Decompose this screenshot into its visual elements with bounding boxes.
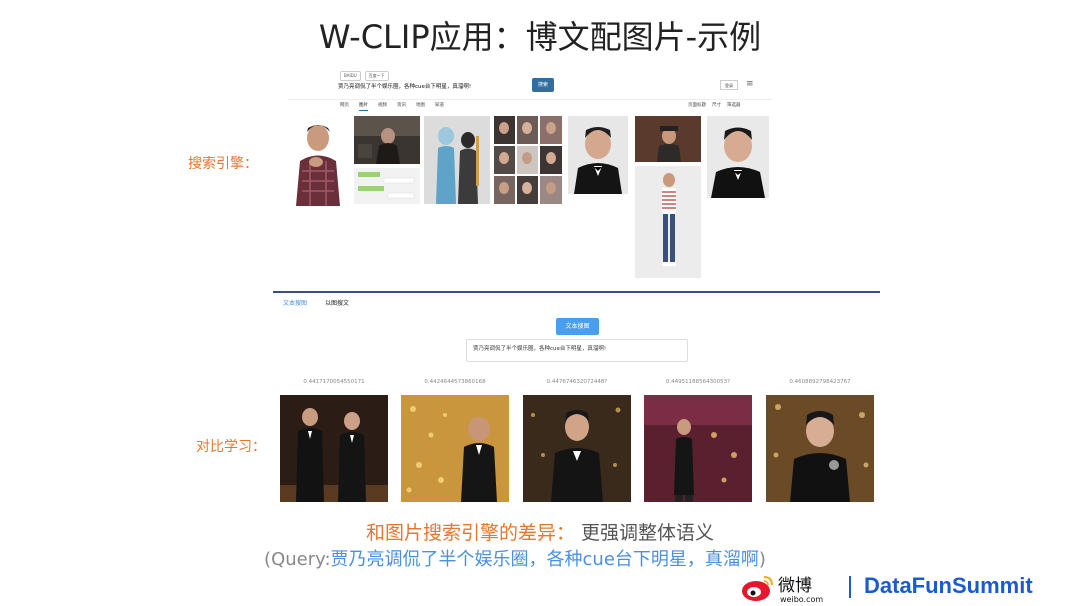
search-nav: 网页 图片 视频 资讯 地图 知道 (340, 102, 444, 111)
search-filters: 页面标题 尺寸 筛选器 (688, 102, 741, 108)
query-textarea[interactable]: 贾乃亮调侃了半个娱乐圈，各种cue台下明星，真溜啊! (466, 339, 688, 362)
nav-item[interactable]: 知道 (435, 102, 444, 111)
text-search-image-button[interactable]: 文本搜图 (556, 318, 599, 335)
score-label: 0.447674632072448? (546, 379, 608, 385)
nav-item[interactable]: 地图 (416, 102, 425, 111)
result-image[interactable] (354, 116, 420, 164)
contrastive-learning-label: 对比学习： (196, 439, 266, 455)
menu-icon[interactable]: ≡ (746, 79, 754, 89)
brand-name: DataFunSummit (864, 573, 1033, 598)
search-button[interactable]: 搜索 (532, 78, 554, 92)
score-label: 0.4417170054550171 (303, 379, 365, 385)
difference-caption: 和图片搜索引擎的差异： 更强调整体语义 (0, 518, 1080, 545)
query-suffix: ) (758, 549, 766, 570)
brand-separator (849, 576, 851, 598)
filter-item[interactable]: 筛选器 (727, 102, 741, 108)
section-divider (273, 291, 880, 293)
filter-item[interactable]: 尺寸 (712, 102, 721, 108)
filter-item[interactable]: 页面标题 (688, 102, 706, 108)
difference-point: 更强调整体语义 (574, 522, 715, 544)
nav-item-active[interactable]: 图片 (359, 102, 368, 111)
result-image[interactable] (494, 116, 562, 204)
score-label: 0.4608892798423767 (789, 379, 851, 385)
difference-label: 和图片搜索引擎的差异： (365, 522, 575, 544)
result-image[interactable] (707, 116, 769, 198)
result-image[interactable] (280, 395, 388, 502)
result-image[interactable] (644, 395, 752, 502)
mini-tab[interactable]: BAIDU (340, 71, 361, 81)
query-text: 贾乃亮调侃了半个娱乐圈，各种cue台下明星，真溜啊 (330, 549, 759, 570)
slide-title: W-CLIP应用：博文配图片-示例 (318, 18, 762, 56)
weibo-logo: 微博 weibo.com (742, 576, 823, 604)
tab-text-to-image[interactable]: 文本搜图 (283, 298, 307, 307)
tab-image-to-text[interactable]: 以图搜文 (325, 298, 349, 307)
weibo-text: 微博 (778, 576, 812, 596)
score-label: 0.4495118856430053? (665, 379, 731, 385)
search-input[interactable]: 贾乃亮调侃了半个娱乐圈，各种cue台下明星，真溜啊! (338, 82, 528, 90)
result-image[interactable] (401, 395, 509, 502)
weibo-domain: weibo.com (780, 595, 823, 604)
login-button[interactable]: 登录 (720, 80, 738, 90)
score-label: 0.4424644573860168 (424, 379, 486, 385)
search-engine-screenshot: BAIDU 百度一下 贾乃亮调侃了半个娱乐圈，各种cue台下明星，真溜啊! 搜索… (288, 68, 772, 284)
result-image[interactable] (635, 116, 701, 162)
search-engine-label: 搜索引擎： (188, 156, 258, 172)
result-image[interactable] (766, 395, 874, 502)
query-caption: (Query:贾乃亮调侃了半个娱乐圈，各种cue台下明星，真溜啊) (0, 545, 1030, 571)
result-image[interactable] (523, 395, 631, 502)
search-topbar: BAIDU 百度一下 贾乃亮调侃了半个娱乐圈，各种cue台下明星，真溜啊! 搜索… (288, 68, 772, 100)
result-image[interactable] (424, 116, 490, 204)
query-prefix: (Query: (264, 549, 331, 570)
result-image[interactable] (635, 166, 701, 278)
result-image[interactable] (288, 116, 344, 206)
mini-tab[interactable]: 百度一下 (364, 71, 389, 81)
result-image[interactable] (354, 168, 420, 204)
search-mini-tabs: BAIDU 百度一下 (340, 71, 389, 81)
nav-item[interactable]: 视频 (378, 102, 387, 111)
contrastive-tabs: 文本搜图 以图搜文 (283, 298, 349, 307)
result-image[interactable] (568, 116, 628, 194)
nav-item[interactable]: 网页 (340, 102, 349, 111)
nav-item[interactable]: 资讯 (397, 102, 406, 111)
